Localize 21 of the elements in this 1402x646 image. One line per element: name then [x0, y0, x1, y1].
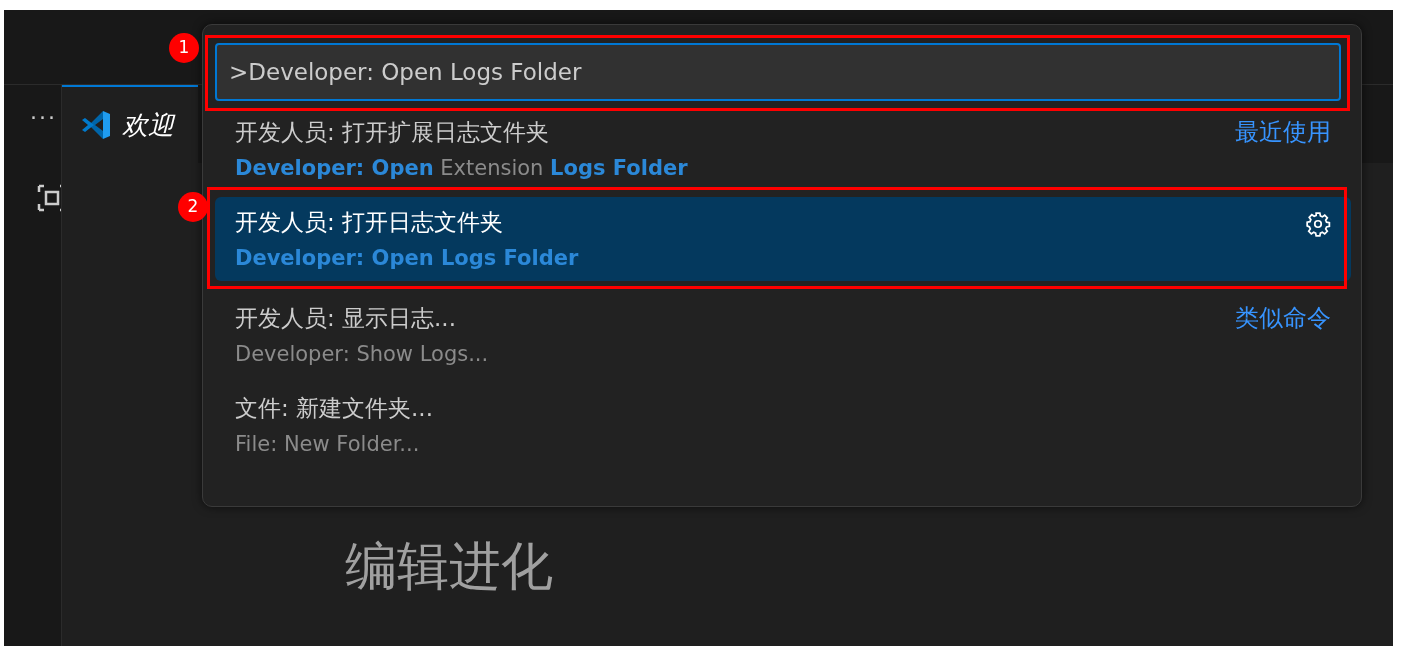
- command-input[interactable]: >Developer: Open Logs Folder: [215, 43, 1341, 101]
- command-item[interactable]: 开发人员: 打开扩展日志文件夹 Developer: Open Extension Logs Folder 最近使用: [215, 107, 1351, 191]
- command-item[interactable]: 开发人员: 显示日志... Developer: Show Logs... 类似命令: [215, 293, 1351, 377]
- command-item[interactable]: 开发人员: 打开日志文件夹 Developer: Open Logs Folder: [215, 197, 1351, 281]
- command-detail: Developer: Show Logs...: [235, 341, 489, 368]
- command-tag: 最近使用: [1235, 113, 1331, 185]
- editor-tab[interactable]: 欢迎: [62, 85, 198, 163]
- command-detail: Developer: Open Logs Folder: [235, 245, 579, 272]
- command-detail: File: New Folder...: [235, 431, 421, 458]
- settings-icon[interactable]: [1305, 211, 1331, 237]
- command-label: 开发人员: 显示日志...: [235, 304, 457, 333]
- command-label: 开发人员: 打开日志文件夹: [235, 208, 505, 237]
- welcome-subtitle: 编辑进化: [345, 535, 554, 598]
- command-label: 文件: 新建文件夹...: [235, 394, 433, 423]
- command-tag: 类似命令: [1235, 299, 1331, 371]
- vscode-logo-icon: [80, 109, 112, 141]
- more-text: ···: [30, 107, 57, 129]
- command-detail: Developer: Open Extension Logs Folder: [235, 155, 688, 182]
- command-item[interactable]: 文件: 新建文件夹... File: New Folder...: [215, 383, 1351, 467]
- command-label: 开发人员: 打开扩展日志文件夹: [235, 118, 551, 147]
- layout-icon[interactable]: [37, 184, 61, 212]
